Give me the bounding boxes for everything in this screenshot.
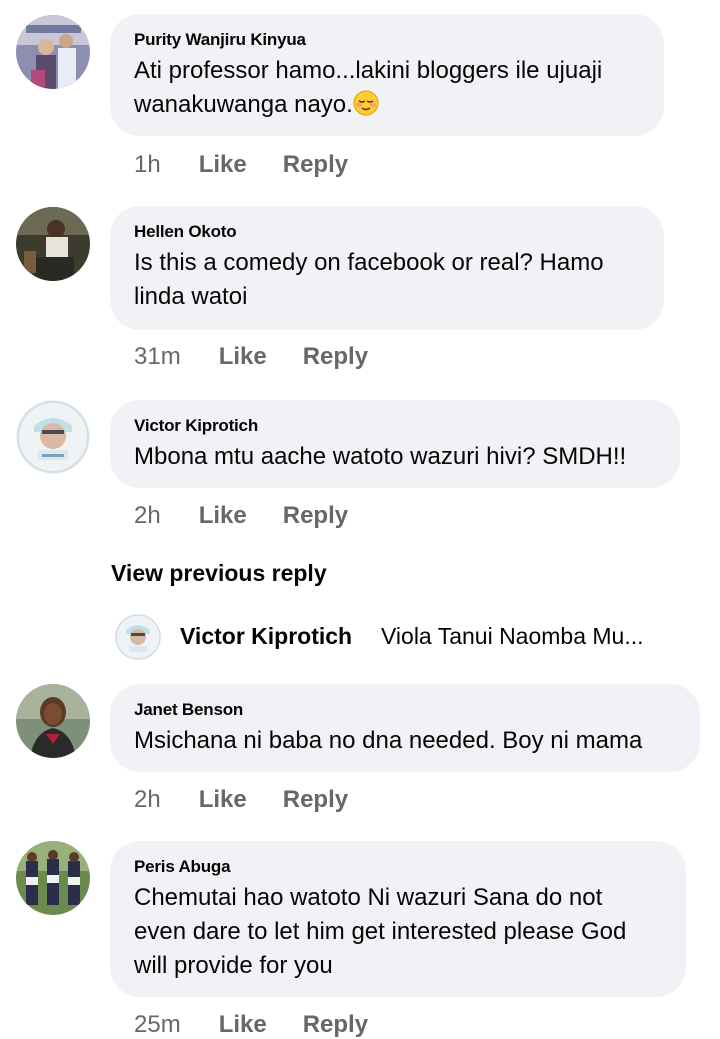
comment-text: Mbona mtu aache watoto wazuri hivi? SMDH… — [134, 440, 656, 474]
comment-time[interactable]: 31m — [134, 343, 181, 371]
comment-text-line: Mbona mtu aache watoto wazuri hivi? SMDH… — [134, 443, 627, 470]
like-button[interactable]: Like — [199, 151, 247, 179]
comment-text-line: linda watoi — [134, 283, 248, 310]
comment-author[interactable]: Victor Kiprotich — [134, 416, 656, 436]
avatar[interactable] — [16, 841, 90, 915]
comment-actions: 1h Like Reply — [134, 151, 348, 179]
comment-text-line: Is this a comedy on facebook or real? Ha… — [134, 249, 604, 276]
comment-text: Chemutai hao watoto Ni wazuri Sana do no… — [134, 881, 662, 983]
comment-author[interactable]: Hellen Okoto — [134, 222, 640, 242]
avatar[interactable] — [16, 400, 90, 474]
like-button[interactable]: Like — [219, 1011, 267, 1039]
avatar[interactable] — [16, 684, 90, 758]
comment-time[interactable]: 2h — [134, 502, 161, 530]
like-button[interactable]: Like — [199, 502, 247, 530]
comment-text: Ati professor hamo...lakini bloggers ile… — [134, 54, 640, 126]
comment-time[interactable]: 2h — [134, 786, 161, 814]
reply-preview[interactable]: Victor Kiprotich Viola Tanui Naomba Mu..… — [115, 614, 675, 660]
view-previous-reply-link[interactable]: View previous reply — [111, 560, 327, 587]
comment-text: Is this a comedy on facebook or real? Ha… — [134, 246, 640, 314]
like-button[interactable]: Like — [199, 786, 247, 814]
comment-bubble: Peris Abuga Chemutai hao watoto Ni wazur… — [110, 841, 686, 997]
comment-author[interactable]: Peris Abuga — [134, 857, 662, 877]
reply-button[interactable]: Reply — [283, 786, 348, 814]
like-button[interactable]: Like — [219, 343, 267, 371]
comment-time[interactable]: 1h — [134, 151, 161, 179]
comment-text-line: Chemutai hao watoto Ni wazuri Sana do no… — [134, 884, 603, 911]
comment-text: Msichana ni baba no dna needed. Boy ni m… — [134, 724, 676, 758]
comment-text-line: Ati professor hamo...lakini bloggers ile… — [134, 57, 603, 84]
comment-author[interactable]: Purity Wanjiru Kinyua — [134, 30, 640, 50]
comment-bubble: Victor Kiprotich Mbona mtu aache watoto … — [110, 400, 680, 488]
relieved-face-icon — [353, 90, 379, 126]
comment-bubble: Janet Benson Msichana ni baba no dna nee… — [110, 684, 700, 772]
reply-button[interactable]: Reply — [303, 1011, 368, 1039]
comment-text-line: wanakuwanga nayo. — [134, 91, 353, 118]
comment-author[interactable]: Janet Benson — [134, 700, 676, 720]
reply-button[interactable]: Reply — [283, 151, 348, 179]
comment-actions: 2h Like Reply — [134, 502, 348, 530]
reply-snippet[interactable]: Viola Tanui Naomba Mu... — [381, 623, 671, 650]
comment-actions: 25m Like Reply — [134, 1011, 368, 1039]
reply-button[interactable]: Reply — [303, 343, 368, 371]
avatar[interactable] — [115, 614, 161, 660]
comment-text-line: will provide for you — [134, 952, 333, 979]
reply-author[interactable]: Victor Kiprotich — [180, 623, 352, 650]
comment-actions: 2h Like Reply — [134, 786, 348, 814]
reply-button[interactable]: Reply — [283, 502, 348, 530]
comment-actions: 31m Like Reply — [134, 343, 368, 371]
comment-text-line: Msichana ni baba no dna needed. Boy ni m… — [134, 727, 643, 754]
comment-text-line: even dare to let him get interested plea… — [134, 918, 627, 945]
avatar[interactable] — [16, 207, 90, 281]
avatar[interactable] — [16, 15, 90, 89]
comment-bubble: Purity Wanjiru Kinyua Ati professor hamo… — [110, 14, 664, 136]
comment-bubble: Hellen Okoto Is this a comedy on faceboo… — [110, 206, 664, 330]
comment-time[interactable]: 25m — [134, 1011, 181, 1039]
